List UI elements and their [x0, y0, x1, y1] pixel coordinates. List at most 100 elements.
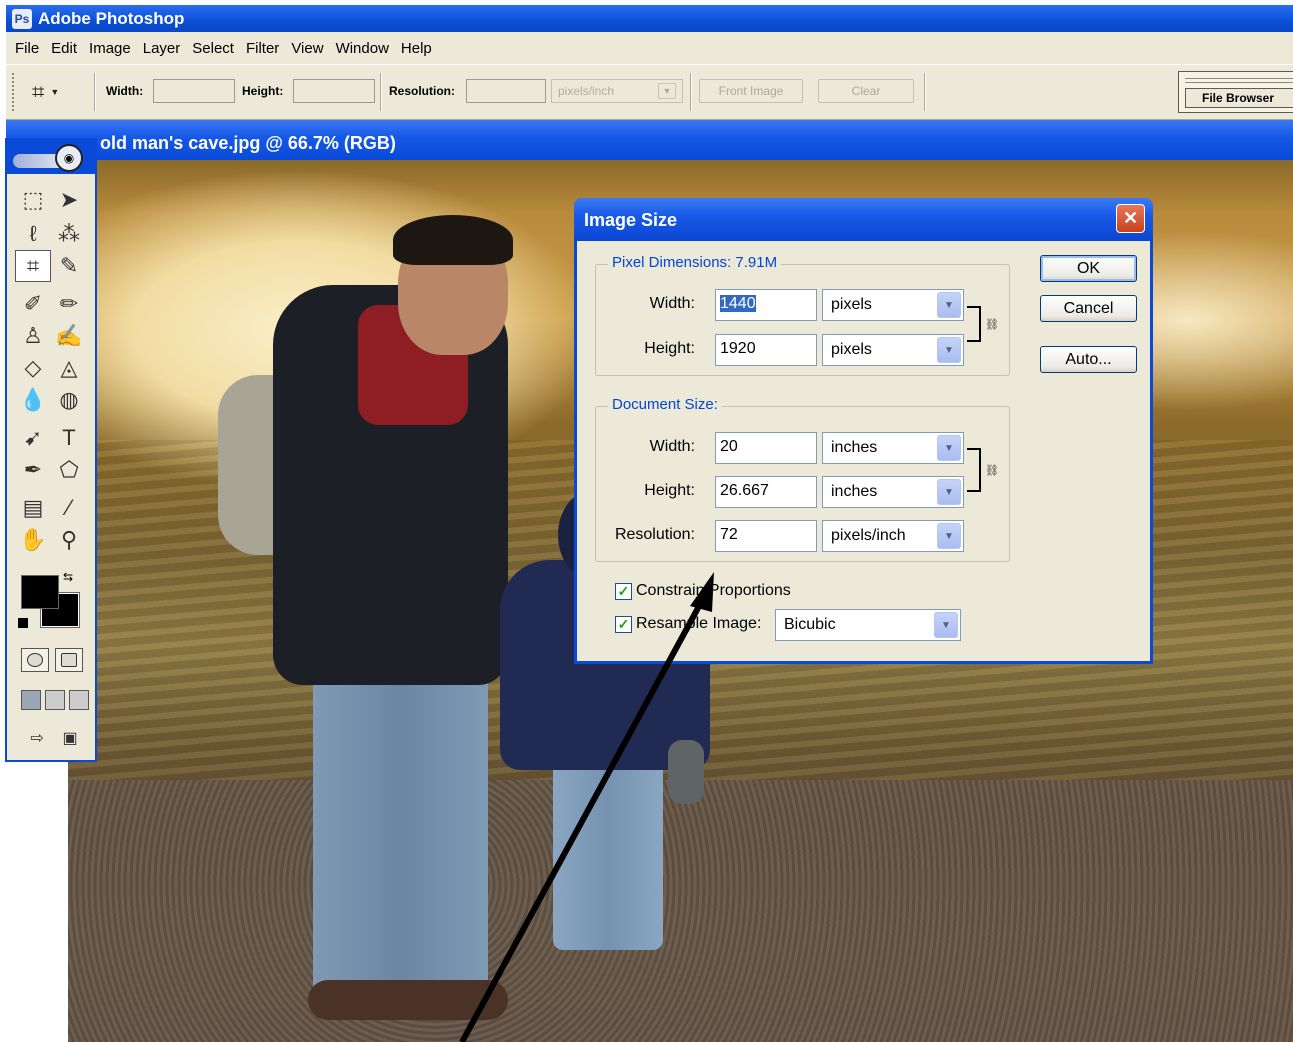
paint-bucket-tool-icon[interactable]: ◬ [51, 352, 87, 384]
constrain-proportions-option[interactable]: ✓ Constrain Proportions [615, 582, 791, 600]
dodge-tool-icon[interactable]: ◍ [51, 384, 87, 416]
chevron-down-icon: ▼ [50, 87, 60, 97]
menu-select[interactable]: Select [189, 40, 243, 57]
chevron-down-icon: ▼ [937, 523, 961, 549]
magic-wand-tool-icon[interactable]: ⁂ [51, 218, 87, 250]
pixel-height-input[interactable]: 1920 [715, 334, 817, 366]
move-tool-icon[interactable]: ➤ [51, 184, 87, 216]
menu-edit[interactable]: Edit [48, 40, 86, 57]
crop-height-input[interactable] [293, 79, 375, 103]
doc-height-value: 26.667 [720, 482, 769, 499]
eye-icon[interactable]: ◉ [55, 144, 83, 172]
ok-button[interactable]: OK [1040, 255, 1137, 282]
chevron-down-icon: ▼ [937, 292, 961, 318]
doc-width-unit-select[interactable]: inches ▼ [822, 432, 964, 464]
close-button[interactable]: ✕ [1116, 204, 1145, 233]
doc-height-unit-select[interactable]: inches ▼ [822, 476, 964, 508]
width-label: Width: [106, 84, 144, 98]
menu-image[interactable]: Image [86, 40, 140, 57]
menu-view[interactable]: View [288, 40, 332, 57]
menu-help[interactable]: Help [398, 40, 441, 57]
document-titlebar[interactable]: old man's cave.jpg @ 66.7% (RGB) [6, 120, 1293, 160]
lasso-tool-icon[interactable]: ℓ [15, 218, 51, 250]
type-tool-icon[interactable]: T [51, 422, 87, 454]
swap-colors-icon[interactable]: ⇆ [63, 570, 73, 584]
pixel-width-unit-select[interactable]: pixels ▼ [822, 289, 964, 321]
full-screen-mode-button[interactable] [69, 690, 89, 710]
marquee-tool-icon[interactable]: ⬚ [15, 184, 51, 216]
pixel-height-unit-select[interactable]: pixels ▼ [822, 334, 964, 366]
crop-tool-icon: ⌗ [32, 79, 45, 104]
doc-height-unit-value: inches [831, 483, 878, 500]
brush-tool-icon[interactable]: ✏ [51, 288, 87, 320]
options-bar-grip[interactable] [12, 73, 16, 111]
standard-mode-button[interactable] [21, 648, 49, 672]
height-label: Height: [242, 84, 284, 98]
doc-resolution-unit-select[interactable]: pixels/inch ▼ [822, 520, 964, 552]
jump-to-imageready-button[interactable]: ⇨ ▣ [21, 726, 87, 750]
crop-width-input[interactable] [153, 79, 235, 103]
doc-height-label: Height: [644, 482, 695, 499]
photo-man-shoes [308, 980, 508, 1020]
standard-mode-icon [27, 653, 43, 667]
notes-tool-icon[interactable]: ▤ [15, 492, 51, 524]
shape-tool-icon[interactable]: ⬠ [51, 454, 87, 486]
resample-image-option[interactable]: ✓ Resample Image: [615, 615, 761, 633]
imageready-icon: ⇨ [30, 730, 44, 747]
slice-tool-icon[interactable]: ✎ [51, 250, 87, 282]
auto-button[interactable]: Auto... [1040, 346, 1137, 373]
doc-height-input[interactable]: 26.667 [715, 476, 817, 508]
blur-tool-icon[interactable]: 💧 [15, 384, 51, 416]
document-title: old man's cave.jpg @ 66.7% (RGB) [100, 133, 396, 153]
constrain-bracket [967, 448, 981, 492]
divider [94, 73, 96, 111]
pixel-width-input[interactable]: 1440 [715, 289, 817, 321]
pen-tool-icon[interactable]: ✒ [15, 454, 51, 486]
pixel-dimensions-title: Pixel Dimensions: 7.91M [608, 254, 782, 271]
file-browser-tab[interactable]: File Browser [1178, 71, 1293, 113]
doc-width-input[interactable]: 20 [715, 432, 817, 464]
standard-screen-mode-button[interactable] [21, 690, 41, 710]
crop-tool-icon[interactable]: ⌗ [15, 250, 51, 282]
eraser-tool-icon[interactable]: ◇ [15, 352, 51, 384]
path-selection-tool-icon[interactable]: ➹ [15, 422, 51, 454]
cancel-button[interactable]: Cancel [1040, 295, 1137, 322]
zoom-tool-icon[interactable]: ⚲ [51, 524, 87, 556]
options-bar: ⌗ ▼ Width: Height: Resolution: pixels/inc… [6, 64, 1293, 120]
photo-child-jeans [553, 760, 663, 950]
menu-file[interactable]: File [12, 40, 48, 57]
hand-tool-icon[interactable]: ✋ [15, 524, 51, 556]
healing-brush-tool-icon[interactable]: ✐ [15, 288, 51, 320]
doc-width-label: Width: [649, 438, 695, 455]
resample-method-select[interactable]: Bicubic ▼ [775, 609, 961, 641]
quick-mask-mode-button[interactable] [55, 648, 83, 672]
image-icon: ▣ [62, 730, 78, 747]
app-titlebar: Ps Adobe Photoshop [6, 5, 1293, 32]
dialog-title: Image Size [584, 210, 678, 230]
clone-stamp-tool-icon[interactable]: ♙ [15, 320, 51, 352]
chevron-down-icon: ▼ [937, 479, 961, 505]
crop-resolution-input[interactable] [466, 79, 546, 103]
menu-layer[interactable]: Layer [140, 40, 190, 57]
menu-window[interactable]: Window [333, 40, 398, 57]
history-brush-tool-icon[interactable]: ✍ [51, 320, 87, 352]
front-image-button[interactable]: Front Image [699, 79, 803, 103]
dialog-titlebar[interactable]: Image Size ✕ [574, 198, 1153, 241]
doc-resolution-input[interactable]: 72 [715, 520, 817, 552]
foreground-color-swatch[interactable] [21, 575, 59, 609]
eyedropper-tool-icon[interactable]: ⁄ [51, 492, 87, 524]
menu-filter[interactable]: Filter [243, 40, 288, 57]
resample-image-checkbox[interactable]: ✓ [615, 615, 632, 633]
chain-link-icon: ⛓ [985, 464, 999, 477]
tool-preset-picker[interactable]: ⌗ ▼ [32, 76, 92, 108]
toolbox-header[interactable]: ◉ [7, 138, 95, 174]
photo-child-glove [668, 740, 704, 804]
pixel-width-value: 1440 [720, 295, 756, 312]
file-browser-label: File Browser [1185, 88, 1293, 108]
default-colors-icon[interactable] [18, 618, 28, 628]
full-screen-menu-mode-button[interactable] [45, 690, 65, 710]
resolution-unit-select[interactable]: pixels/inch ▼ [551, 79, 683, 103]
divider [690, 73, 692, 111]
clear-button[interactable]: Clear [818, 79, 914, 103]
constrain-proportions-checkbox[interactable]: ✓ [615, 582, 632, 600]
